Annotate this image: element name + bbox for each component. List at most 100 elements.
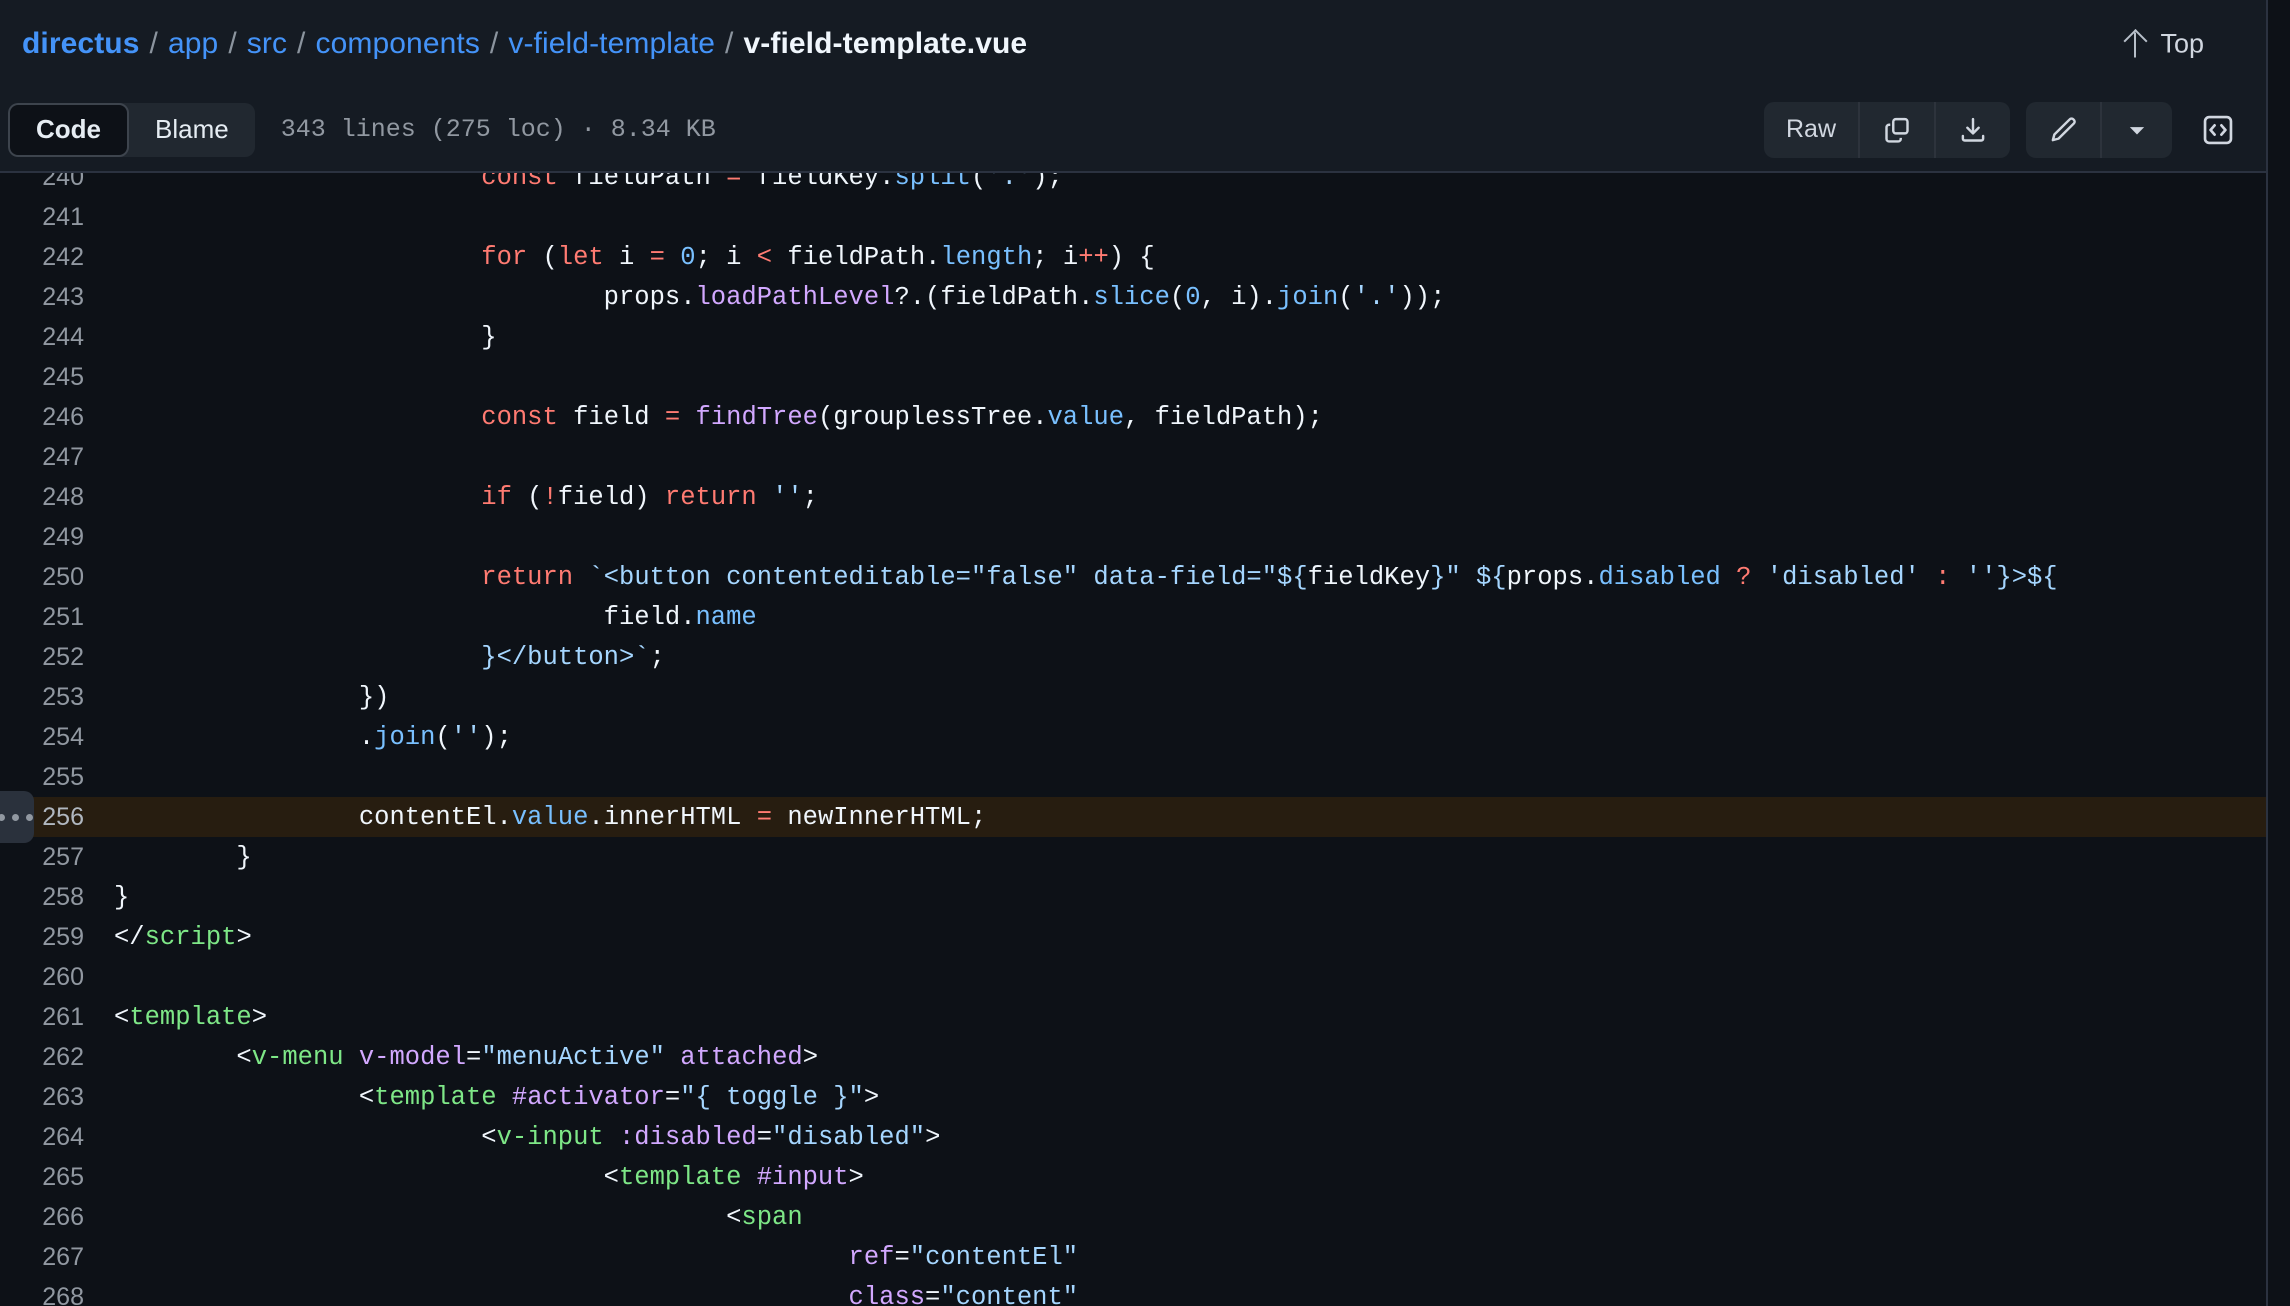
code-token: 0 xyxy=(1185,282,1201,312)
raw-button[interactable]: Raw xyxy=(1764,102,1858,158)
edit-file-button[interactable] xyxy=(2026,102,2100,158)
line-menu-button[interactable] xyxy=(0,791,34,843)
code-line[interactable]: 264 <v-input :disabled="disabled"> xyxy=(0,1117,2266,1157)
code-token: '' xyxy=(1965,562,1997,592)
code-line[interactable]: 263 <template #activator="{ toggle }"> xyxy=(0,1077,2266,1117)
scroll-to-top-button[interactable]: Top xyxy=(2122,29,2204,60)
line-number[interactable]: 262 xyxy=(0,1043,104,1072)
line-number[interactable]: 249 xyxy=(0,523,104,552)
code-line[interactable]: 251 field.name xyxy=(0,597,2266,637)
code-line[interactable]: 255 xyxy=(0,757,2266,797)
line-content: class="content" xyxy=(104,1283,2266,1306)
line-number[interactable]: 248 xyxy=(0,483,104,512)
code-line[interactable]: 258} xyxy=(0,877,2266,917)
line-number[interactable]: 244 xyxy=(0,323,104,352)
line-number[interactable]: 263 xyxy=(0,1083,104,1112)
code-line-highlighted[interactable]: 256 contentEl.value.innerHTML = newInner… xyxy=(0,791,2266,843)
code-viewer[interactable]: 240 const fieldPath = fieldKey.split('.'… xyxy=(0,173,2266,1306)
code-token: "contentEl" xyxy=(909,1242,1079,1272)
code-line[interactable]: 267 ref="contentEl" xyxy=(0,1237,2266,1277)
breadcrumb-item-src[interactable]: src xyxy=(247,27,287,61)
code-line[interactable]: 253 }) xyxy=(0,677,2266,717)
code-line[interactable]: 247 xyxy=(0,437,2266,477)
line-number[interactable]: 253 xyxy=(0,683,104,712)
line-content: } xyxy=(104,323,2266,352)
line-number[interactable]: 258 xyxy=(0,883,104,912)
code-line[interactable]: 248 if (!field) return ''; xyxy=(0,477,2266,517)
code-token: disabled xyxy=(1598,562,1721,592)
line-number[interactable]: 261 xyxy=(0,1003,104,1032)
code-line[interactable]: 260 xyxy=(0,957,2266,997)
code-line[interactable]: 249 xyxy=(0,517,2266,557)
line-number[interactable]: 242 xyxy=(0,243,104,272)
code-token: > xyxy=(925,1122,941,1152)
code-token: , i). xyxy=(1200,282,1278,312)
code-line[interactable]: 254 .join(''); xyxy=(0,717,2266,757)
download-button[interactable] xyxy=(1934,101,2010,158)
code-token: contentEl. xyxy=(114,802,512,832)
line-number[interactable]: 252 xyxy=(0,643,104,672)
code-token: = xyxy=(756,802,773,832)
line-number[interactable]: 260 xyxy=(0,963,104,992)
line-number[interactable]: 246 xyxy=(0,403,104,432)
code-line[interactable]: 242 for (let i = 0; i < fieldPath.length… xyxy=(0,237,2266,277)
line-number[interactable]: 266 xyxy=(0,1203,104,1232)
line-number[interactable]: 241 xyxy=(0,203,104,232)
code-line[interactable]: 250 return `<button contenteditable="fal… xyxy=(0,557,2266,597)
code-line[interactable]: 265 <template #input> xyxy=(0,1157,2266,1197)
copy-raw-button[interactable] xyxy=(1858,101,1934,158)
code-line[interactable]: 257 } xyxy=(0,837,2266,877)
line-number[interactable]: 265 xyxy=(0,1163,104,1192)
code-line[interactable]: 240 const fieldPath = fieldKey.split('.'… xyxy=(0,173,2266,197)
code-line[interactable]: 246 const field = findTree(grouplessTree… xyxy=(0,397,2266,437)
breadcrumb-item-components[interactable]: components xyxy=(315,27,479,61)
code-token: = xyxy=(664,1082,681,1112)
code-token: ? xyxy=(1736,562,1752,592)
code-token: span xyxy=(741,1202,803,1232)
breadcrumb-item-v-field-template[interactable]: v-field-template xyxy=(508,27,715,61)
code-line[interactable]: 245 xyxy=(0,357,2266,397)
line-content: } xyxy=(104,883,2266,912)
line-number[interactable]: 267 xyxy=(0,1243,104,1272)
line-number[interactable]: 264 xyxy=(0,1123,104,1152)
code-token: template xyxy=(618,1162,742,1192)
code-token: ( xyxy=(970,173,987,192)
code-token: ); xyxy=(1032,173,1063,192)
code-line[interactable]: 266 <span xyxy=(0,1197,2266,1237)
code-line[interactable]: 241 xyxy=(0,197,2266,237)
code-line[interactable]: 244 } xyxy=(0,317,2266,357)
line-number[interactable]: 257 xyxy=(0,843,104,872)
tab-blame[interactable]: Blame xyxy=(129,103,255,157)
line-number[interactable]: 254 xyxy=(0,723,104,752)
code-token: '' xyxy=(772,482,803,512)
code-line[interactable]: 261 <template> xyxy=(0,997,2266,1037)
code-line[interactable]: 268 class="content" xyxy=(0,1277,2266,1306)
code-token: .innerHTML xyxy=(588,802,757,832)
edit-dropdown-button[interactable] xyxy=(2100,101,2172,158)
code-token: `<button contenteditable="false" data-fi… xyxy=(588,562,1278,592)
line-number[interactable]: 255 xyxy=(0,763,104,792)
line-number[interactable]: 243 xyxy=(0,283,104,312)
code-line[interactable]: 262 <v-menu v-model="menuActive" attache… xyxy=(0,1037,2266,1077)
breadcrumb-item-app[interactable]: app xyxy=(168,27,218,61)
code-line[interactable]: 243 props.loadPathLevel?.(fieldPath.slic… xyxy=(0,277,2266,317)
code-line[interactable]: 252 }</button>`; xyxy=(0,637,2266,677)
code-line[interactable]: 259 </script> xyxy=(0,917,2266,957)
line-number[interactable]: 247 xyxy=(0,443,104,472)
tab-code[interactable]: Code xyxy=(8,102,129,157)
line-number[interactable]: 240 xyxy=(0,173,104,192)
line-number[interactable]: 259 xyxy=(0,923,104,952)
symbols-panel-button[interactable] xyxy=(2188,102,2248,158)
breadcrumb-item-directus[interactable]: directus xyxy=(22,27,140,61)
breadcrumb-separator: / xyxy=(149,27,158,60)
file-stats: 343 lines (275 loc) · 8.34 KB xyxy=(280,115,716,144)
line-number[interactable]: 245 xyxy=(0,363,104,392)
line-number[interactable]: 250 xyxy=(0,563,104,592)
line-number[interactable]: 251 xyxy=(0,603,104,632)
line-number[interactable]: 268 xyxy=(0,1283,104,1306)
